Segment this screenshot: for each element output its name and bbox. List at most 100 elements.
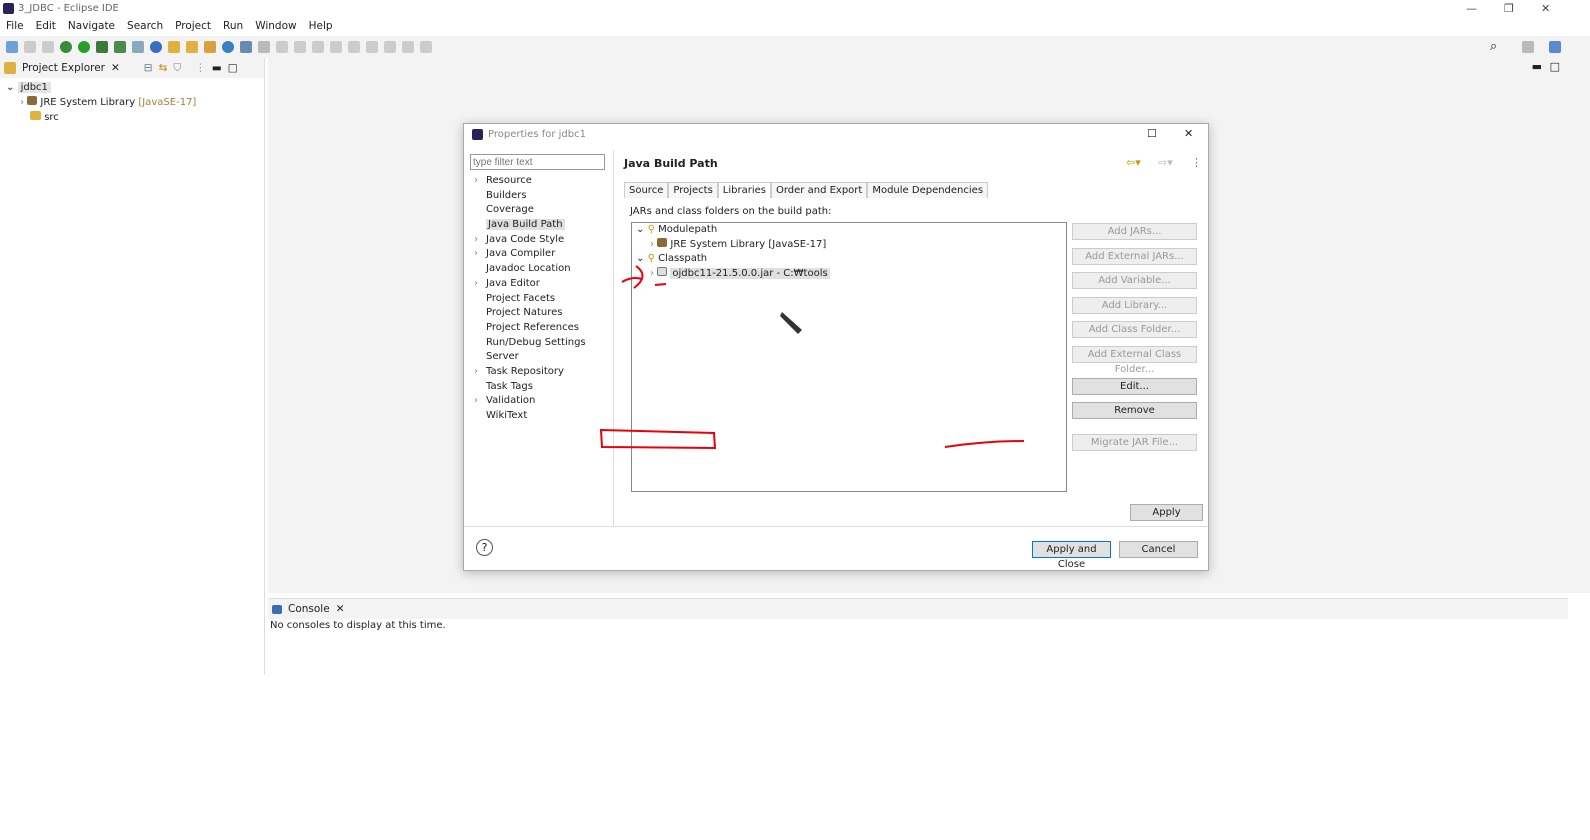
view-menu-icon[interactable]: ⋮ bbox=[195, 62, 206, 74]
save-icon[interactable] bbox=[24, 41, 36, 53]
cancel-button[interactable]: Cancel bbox=[1119, 541, 1198, 558]
collapse-all-icon[interactable]: ⊟ bbox=[144, 62, 153, 74]
skip-breakpoints-icon[interactable] bbox=[276, 41, 288, 53]
coverage-icon[interactable] bbox=[96, 41, 108, 53]
console-tab[interactable]: Console ✕ bbox=[268, 599, 1568, 619]
maximize-editor-icon[interactable]: □ bbox=[1550, 60, 1560, 73]
menu-project[interactable]: Project bbox=[169, 18, 217, 36]
expand-icon[interactable]: › bbox=[474, 277, 478, 292]
forward-icon[interactable] bbox=[420, 41, 432, 53]
nav-item[interactable]: Server bbox=[464, 350, 613, 365]
search-tool-icon[interactable] bbox=[204, 41, 216, 53]
help-button[interactable]: ? bbox=[476, 539, 493, 556]
maximize-view-icon[interactable]: □ bbox=[228, 62, 238, 74]
build-path-button[interactable]: Add Variable... bbox=[1072, 272, 1197, 289]
expand-icon[interactable]: › bbox=[474, 247, 478, 262]
forward-nav-icon[interactable]: ⇨▾ bbox=[1158, 156, 1173, 169]
open-type-icon[interactable] bbox=[168, 41, 180, 53]
new-class-icon[interactable] bbox=[150, 41, 162, 53]
apply-button[interactable]: Apply bbox=[1130, 504, 1203, 521]
nav-item[interactable]: › Validation bbox=[464, 394, 613, 409]
resume-icon[interactable] bbox=[294, 41, 306, 53]
expand-icon[interactable]: › bbox=[474, 394, 478, 409]
build-path-button[interactable]: Migrate JAR File... bbox=[1072, 434, 1197, 451]
dialog-close-button[interactable]: ✕ bbox=[1184, 127, 1193, 140]
tree-node-modulepath[interactable]: ⌄ ⚲ Modulepath bbox=[636, 223, 717, 238]
terminate-icon[interactable] bbox=[330, 41, 342, 53]
open-perspective-icon[interactable] bbox=[1522, 41, 1534, 53]
new-icon[interactable] bbox=[6, 41, 18, 53]
expand-icon[interactable]: › bbox=[474, 233, 478, 248]
minimize-view-icon[interactable]: ▬ bbox=[212, 62, 222, 74]
back-nav-icon[interactable]: ⇦▾ bbox=[1126, 156, 1141, 169]
run-icon[interactable] bbox=[78, 41, 90, 53]
new-java-project-icon[interactable] bbox=[132, 41, 144, 53]
step-return-icon[interactable] bbox=[384, 41, 396, 53]
build-path-button[interactable]: Add External Class Folder... bbox=[1072, 346, 1197, 375]
nav-item[interactable]: Run/Debug Settings bbox=[464, 336, 613, 351]
suspend-icon[interactable] bbox=[312, 41, 324, 53]
filter-input[interactable] bbox=[470, 154, 605, 170]
menu-run[interactable]: Run bbox=[217, 18, 249, 36]
page-menu-icon[interactable]: ⋮ bbox=[1191, 156, 1202, 169]
build-path-button[interactable]: Add JARs... bbox=[1072, 223, 1197, 240]
back-icon[interactable] bbox=[402, 41, 414, 53]
server-icon[interactable] bbox=[240, 41, 252, 53]
web-browser-icon[interactable] bbox=[222, 41, 234, 53]
tab-libraries[interactable]: Libraries bbox=[717, 182, 771, 198]
libraries-tree[interactable]: ⌄ ⚲ Modulepath › JRE System Library [Jav… bbox=[631, 222, 1067, 492]
debug-icon[interactable] bbox=[60, 41, 72, 53]
external-tools-icon[interactable] bbox=[114, 41, 126, 53]
menu-search[interactable]: Search bbox=[121, 18, 169, 36]
menu-window[interactable]: Window bbox=[249, 18, 302, 36]
search-icon[interactable]: ⌕ bbox=[1490, 39, 1497, 54]
java-perspective-icon[interactable] bbox=[1549, 41, 1561, 53]
expand-icon[interactable]: › bbox=[474, 365, 478, 380]
terminal-icon[interactable] bbox=[258, 41, 270, 53]
tree-node-classpath[interactable]: ⌄ ⚲ Classpath bbox=[636, 252, 707, 267]
build-path-button[interactable]: Add Library... bbox=[1072, 297, 1197, 314]
filter-icon[interactable]: ⛉ bbox=[173, 62, 181, 75]
nav-item[interactable]: WikiText bbox=[464, 409, 613, 424]
step-over-icon[interactable] bbox=[366, 41, 378, 53]
nav-item[interactable]: Builders bbox=[464, 189, 613, 204]
tree-item-project[interactable]: ⌄ jdbc1 bbox=[0, 80, 264, 95]
project-explorer-tab[interactable]: Project Explorer ✕ ⊟ ⇆ ⛉ ⋮ ▬ □ bbox=[0, 58, 264, 78]
nav-item[interactable]: › Java Compiler bbox=[464, 247, 613, 262]
tree-item-jre[interactable]: › JRE System Library [JavaSE-17] bbox=[0, 95, 264, 110]
close-console-icon[interactable]: ✕ bbox=[336, 603, 345, 615]
close-view-icon[interactable]: ✕ bbox=[111, 62, 120, 74]
nav-item[interactable]: › Resource bbox=[464, 174, 613, 189]
tree-node-jar[interactable]: › ojdbc11-21.5.0.0.jar - C:₩tools bbox=[650, 266, 830, 282]
nav-item[interactable]: Task Tags bbox=[464, 380, 613, 395]
nav-item[interactable]: › Java Editor bbox=[464, 277, 613, 292]
build-path-button[interactable]: Remove bbox=[1072, 402, 1197, 419]
link-editor-icon[interactable]: ⇆ bbox=[159, 62, 168, 74]
tree-item-src[interactable]: src bbox=[0, 110, 264, 125]
expand-icon[interactable]: › bbox=[474, 174, 478, 189]
nav-item[interactable]: Project Facets bbox=[464, 292, 613, 307]
nav-item[interactable]: Javadoc Location bbox=[464, 262, 613, 277]
apply-and-close-button[interactable]: Apply and Close bbox=[1032, 541, 1111, 570]
nav-item[interactable]: › Java Code Style bbox=[464, 233, 613, 248]
nav-item[interactable]: Project Natures bbox=[464, 306, 613, 321]
build-path-button[interactable]: Edit... bbox=[1072, 378, 1197, 395]
save-all-icon[interactable] bbox=[42, 41, 54, 53]
tab-order-export[interactable]: Order and Export bbox=[771, 182, 868, 198]
restore-button[interactable]: ❐ bbox=[1504, 2, 1514, 15]
minimize-editor-icon[interactable]: ▬ bbox=[1532, 60, 1542, 73]
tab-module-dependencies[interactable]: Module Dependencies bbox=[867, 182, 989, 198]
tab-source[interactable]: Source bbox=[624, 182, 669, 198]
menu-file[interactable]: File bbox=[0, 18, 30, 36]
menu-edit[interactable]: Edit bbox=[30, 18, 62, 36]
build-path-button[interactable]: Add Class Folder... bbox=[1072, 321, 1197, 338]
close-button[interactable]: ✕ bbox=[1541, 2, 1550, 15]
menu-help[interactable]: Help bbox=[303, 18, 339, 36]
tab-projects[interactable]: Projects bbox=[668, 182, 718, 198]
minimize-button[interactable]: — bbox=[1466, 2, 1477, 15]
tree-node-jre[interactable]: › JRE System Library [JavaSE-17] bbox=[650, 237, 826, 253]
build-path-button[interactable]: Add External JARs... bbox=[1072, 248, 1197, 265]
nav-item[interactable]: › Task Repository bbox=[464, 365, 613, 380]
dialog-maximize-button[interactable]: ☐ bbox=[1147, 127, 1157, 140]
menu-navigate[interactable]: Navigate bbox=[62, 18, 121, 36]
